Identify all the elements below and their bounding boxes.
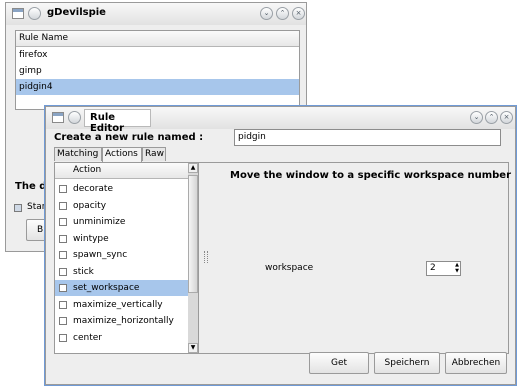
action-checkbox[interactable] (59, 234, 67, 243)
action-label: maximize_horizontally (73, 316, 174, 326)
rules-column-header[interactable]: Rule Name (16, 31, 299, 47)
scroll-up-icon[interactable]: ▲ (188, 163, 198, 173)
actions-list[interactable]: Action decorate opacity unminimize wintype s… (55, 163, 199, 353)
scroll-down-icon[interactable]: ▼ (188, 343, 198, 353)
action-row[interactable]: decorate (55, 181, 188, 197)
editor-window-options-icon[interactable] (68, 111, 81, 124)
action-label: unminimize (73, 217, 126, 227)
action-row[interactable]: spawn_sync (55, 247, 188, 263)
rule-row[interactable]: gimp (16, 63, 299, 79)
action-row[interactable]: unminimize (55, 214, 188, 230)
workspace-spinbox[interactable]: 2 ▲ ▼ (426, 261, 461, 276)
cancel-button[interactable]: Abbrechen (445, 352, 507, 374)
action-row[interactable]: wintype (55, 231, 188, 247)
tab-actions[interactable]: Actions (102, 147, 142, 162)
detail-heading: Move the window to a specific workspace … (230, 170, 512, 181)
actions-scrollbar[interactable]: ▲ ▼ (188, 163, 198, 353)
spin-down-icon[interactable]: ▼ (455, 268, 459, 274)
action-checkbox[interactable] (59, 201, 67, 210)
save-button[interactable]: Speichern (374, 352, 440, 374)
maximize-icon[interactable]: ⌃ (276, 7, 289, 20)
start-checkbox-label: Star (27, 202, 46, 212)
action-checkbox[interactable] (59, 185, 67, 193)
action-checkbox[interactable] (59, 251, 67, 259)
rule-name-value: pidgin (238, 132, 266, 142)
action-checkbox[interactable] (59, 300, 67, 309)
workspace-value: 2 (430, 263, 436, 273)
action-checkbox[interactable] (59, 267, 67, 276)
partial-description-text: The d (15, 181, 47, 192)
tab-matching-label: Matching (57, 149, 99, 159)
partial-button-label: B (37, 225, 44, 235)
action-label: stick (73, 266, 94, 277)
tab-raw-label: Raw (145, 149, 164, 159)
get-button-label: Get (330, 358, 348, 368)
action-label: set_workspace (73, 283, 140, 293)
action-label: maximize_vertically (73, 299, 163, 310)
window-menu-icon[interactable] (12, 8, 24, 19)
action-label: wintype (73, 233, 109, 244)
minimize-icon[interactable]: ⌄ (260, 7, 273, 20)
action-row[interactable]: opacity (55, 198, 188, 214)
action-detail-panel: Move the window to a specific workspace … (210, 163, 512, 353)
action-row[interactable]: stick (55, 264, 188, 280)
tab-raw[interactable]: Raw (142, 147, 166, 161)
tab-matching[interactable]: Matching (54, 147, 102, 161)
close-icon[interactable]: × (292, 7, 305, 20)
action-checkbox[interactable] (59, 218, 67, 226)
rule-row[interactable]: pidgin4 (16, 79, 299, 95)
editor-minimize-icon[interactable]: ⌄ (470, 111, 483, 124)
workspace-label: workspace (265, 263, 314, 273)
get-button[interactable]: Get (309, 352, 369, 374)
action-label: decorate (73, 184, 113, 194)
action-row[interactable]: center (55, 330, 188, 346)
scroll-thumb[interactable] (188, 175, 198, 293)
actions-tab-panel: Action decorate opacity unminimize wintype s… (54, 162, 512, 354)
window-options-icon[interactable] (28, 7, 41, 20)
save-button-label: Speichern (384, 358, 430, 368)
action-row[interactable]: set_workspace (55, 280, 188, 296)
editor-close-icon[interactable]: × (500, 111, 513, 124)
action-row[interactable]: maximize_horizontally (55, 313, 188, 329)
rule-row[interactable]: firefox (16, 47, 299, 63)
action-checkbox[interactable] (59, 333, 67, 342)
action-row[interactable]: maximize_vertically (55, 297, 188, 313)
rule-editor-window: Rule Editor ⌄ ⌃ × Create a new rule name… (45, 106, 516, 385)
action-label: spawn_sync (73, 250, 128, 260)
rule-name-input[interactable]: pidgin (234, 129, 501, 146)
rule-editor-titlebar[interactable]: Rule Editor ⌄ ⌃ × (46, 107, 515, 134)
pane-splitter-handle[interactable] (204, 251, 208, 263)
create-rule-label: Create a new rule named : (54, 132, 204, 143)
cancel-button-label: Abbrechen (451, 358, 501, 368)
gdevilspie-titlebar[interactable]: gDevilspie ⌄ ⌃ × (6, 3, 306, 25)
rule-editor-title-tab: Rule Editor (84, 109, 151, 134)
action-label: center (73, 332, 102, 343)
actions-header-label: Action (73, 165, 102, 175)
editor-window-menu-icon[interactable] (52, 112, 64, 123)
actions-column-header[interactable]: Action (55, 163, 188, 179)
tab-actions-label: Actions (105, 149, 138, 159)
gdevilspie-title: gDevilspie (47, 7, 106, 18)
start-checkbox[interactable] (14, 204, 22, 212)
rule-editor-title: Rule Editor (90, 112, 124, 134)
action-label: opacity (73, 200, 107, 211)
rules-list[interactable]: Rule Name firefox gimp pidgin4 (15, 30, 300, 110)
action-checkbox[interactable] (59, 317, 67, 325)
editor-maximize-icon[interactable]: ⌃ (485, 111, 498, 124)
action-checkbox[interactable] (59, 284, 67, 292)
